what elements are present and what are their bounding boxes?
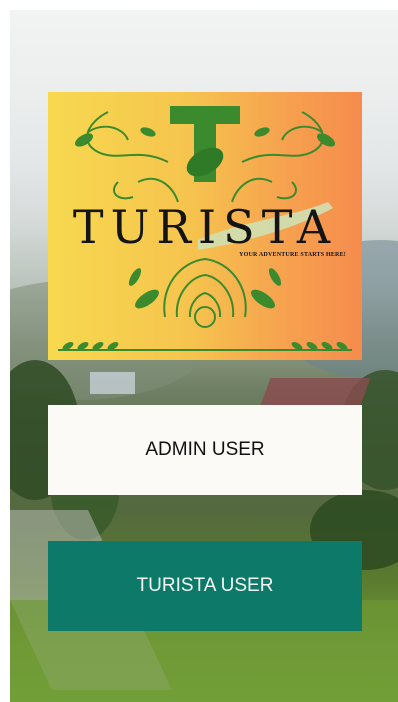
brand-tagline: YOUR ADVENTURE STARTS HERE! (239, 252, 346, 258)
turista-logo: TURISTA YOUR ADVENTURE STARTS HERE! (48, 92, 362, 360)
admin-user-button[interactable]: ADMIN USER (48, 405, 362, 495)
turista-user-button[interactable]: TURISTA USER (48, 541, 362, 631)
background-house (90, 372, 135, 394)
app-screen: TURISTA YOUR ADVENTURE STARTS HERE! ADMI… (10, 10, 398, 702)
brand-title: TURISTA (72, 200, 338, 254)
background-roof (259, 378, 371, 408)
